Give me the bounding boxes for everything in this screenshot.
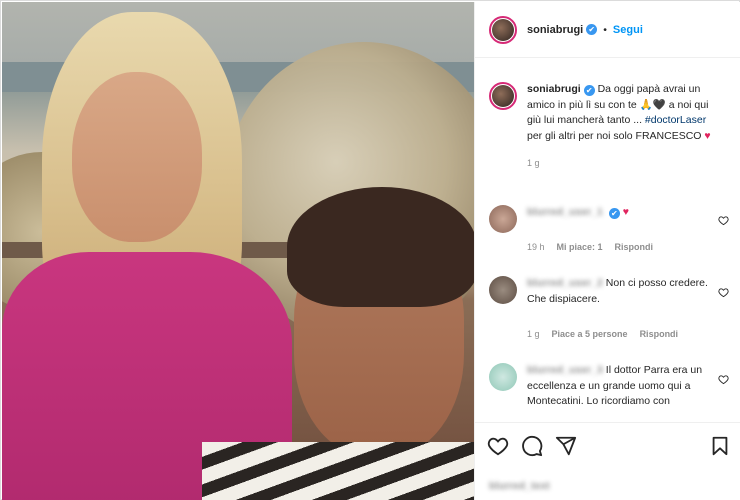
photo-girl-face xyxy=(72,72,202,242)
post-header: soniabrugi ✔ • Segui xyxy=(475,2,740,58)
post-action-bar xyxy=(475,422,740,472)
comment-likes[interactable]: Piace a 5 persone xyxy=(552,329,628,339)
author-avatar[interactable] xyxy=(489,15,517,44)
heart-outline-icon[interactable] xyxy=(487,435,509,457)
comment-like-heart-icon[interactable] xyxy=(718,374,729,385)
comment-reply-button[interactable]: Rispondi xyxy=(640,329,679,339)
comment-meta: 19 h Mi piace: 1 Rispondi xyxy=(527,242,653,252)
caption-time[interactable]: 1 g xyxy=(527,156,723,172)
comment-like-heart-icon[interactable] xyxy=(718,287,729,298)
comment-icon[interactable] xyxy=(521,435,543,457)
comment-time[interactable]: 1 g xyxy=(527,329,540,339)
comment-reply-button[interactable]: Rispondi xyxy=(615,242,654,252)
caption-verified-icon: ✔ xyxy=(583,85,595,96)
comment-verified-icon: ✔ xyxy=(608,208,620,219)
bookmark-icon[interactable] xyxy=(709,435,731,457)
comment-likes[interactable]: Mi piace: 1 xyxy=(557,242,603,252)
photo-man-shirt xyxy=(202,442,474,500)
verified-badge-icon: ✔ xyxy=(586,24,598,35)
comment-red-heart-icon: ♥ xyxy=(622,206,629,218)
comment-username[interactable]: blurred_user_1 xyxy=(527,206,603,218)
comment-text: blurred_user_3 Il dottor Parra era un ec… xyxy=(527,363,717,410)
share-icon[interactable] xyxy=(555,435,577,457)
caption-hashtag[interactable]: #doctorLaser xyxy=(645,114,706,126)
post-side-panel: soniabrugi ✔ • Segui soniabrugi ✔ Da oggi… xyxy=(474,2,740,500)
black-heart-icon: 🖤 xyxy=(652,98,666,111)
comment-like-heart-icon[interactable] xyxy=(718,215,729,226)
post-modal: soniabrugi ✔ • Segui soniabrugi ✔ Da oggi… xyxy=(0,0,740,500)
comment-avatar[interactable] xyxy=(489,276,517,304)
comment-text: blurred_user_1 ✔ ♥ xyxy=(527,205,717,233)
comment-text: blurred_user_2 Non ci posso credere. Che… xyxy=(527,276,717,307)
add-comment-input[interactable]: blurred_text xyxy=(489,480,550,492)
comment-avatar[interactable] xyxy=(489,363,517,391)
caption-avatar[interactable] xyxy=(489,82,517,110)
post-photo[interactable] xyxy=(2,2,474,500)
author-username[interactable]: soniabrugi xyxy=(527,24,583,36)
comment-item: blurred_user_3 Il dottor Parra era un ec… xyxy=(489,363,729,410)
comment-time[interactable]: 19 h xyxy=(527,242,545,252)
add-comment-bar[interactable]: blurred_text xyxy=(475,472,740,500)
comment-username[interactable]: blurred_user_3 xyxy=(527,364,603,376)
follow-button[interactable]: Segui xyxy=(613,24,643,36)
comment-item: blurred_user_2 Non ci posso credere. Che… xyxy=(489,276,729,307)
pray-emoji-icon: 🙏 xyxy=(639,98,653,111)
caption-text: soniabrugi ✔ Da oggi papà avrai un amico … xyxy=(527,82,723,172)
header-separator: • xyxy=(603,23,607,36)
caption-username[interactable]: soniabrugi xyxy=(527,83,581,95)
red-heart-icon: ♥ xyxy=(704,129,711,142)
caption-line-3: per gli altri per noi solo FRANCESCO xyxy=(527,129,702,142)
comment-item: blurred_user_1 ✔ ♥ xyxy=(489,205,729,233)
photo-man-hair xyxy=(287,187,474,307)
comment-avatar[interactable] xyxy=(489,205,517,233)
comment-meta: 1 g Piace a 5 persone Rispondi xyxy=(527,329,678,339)
post-caption: soniabrugi ✔ Da oggi papà avrai un amico … xyxy=(489,82,729,172)
comment-username[interactable]: blurred_user_2 xyxy=(527,277,603,289)
